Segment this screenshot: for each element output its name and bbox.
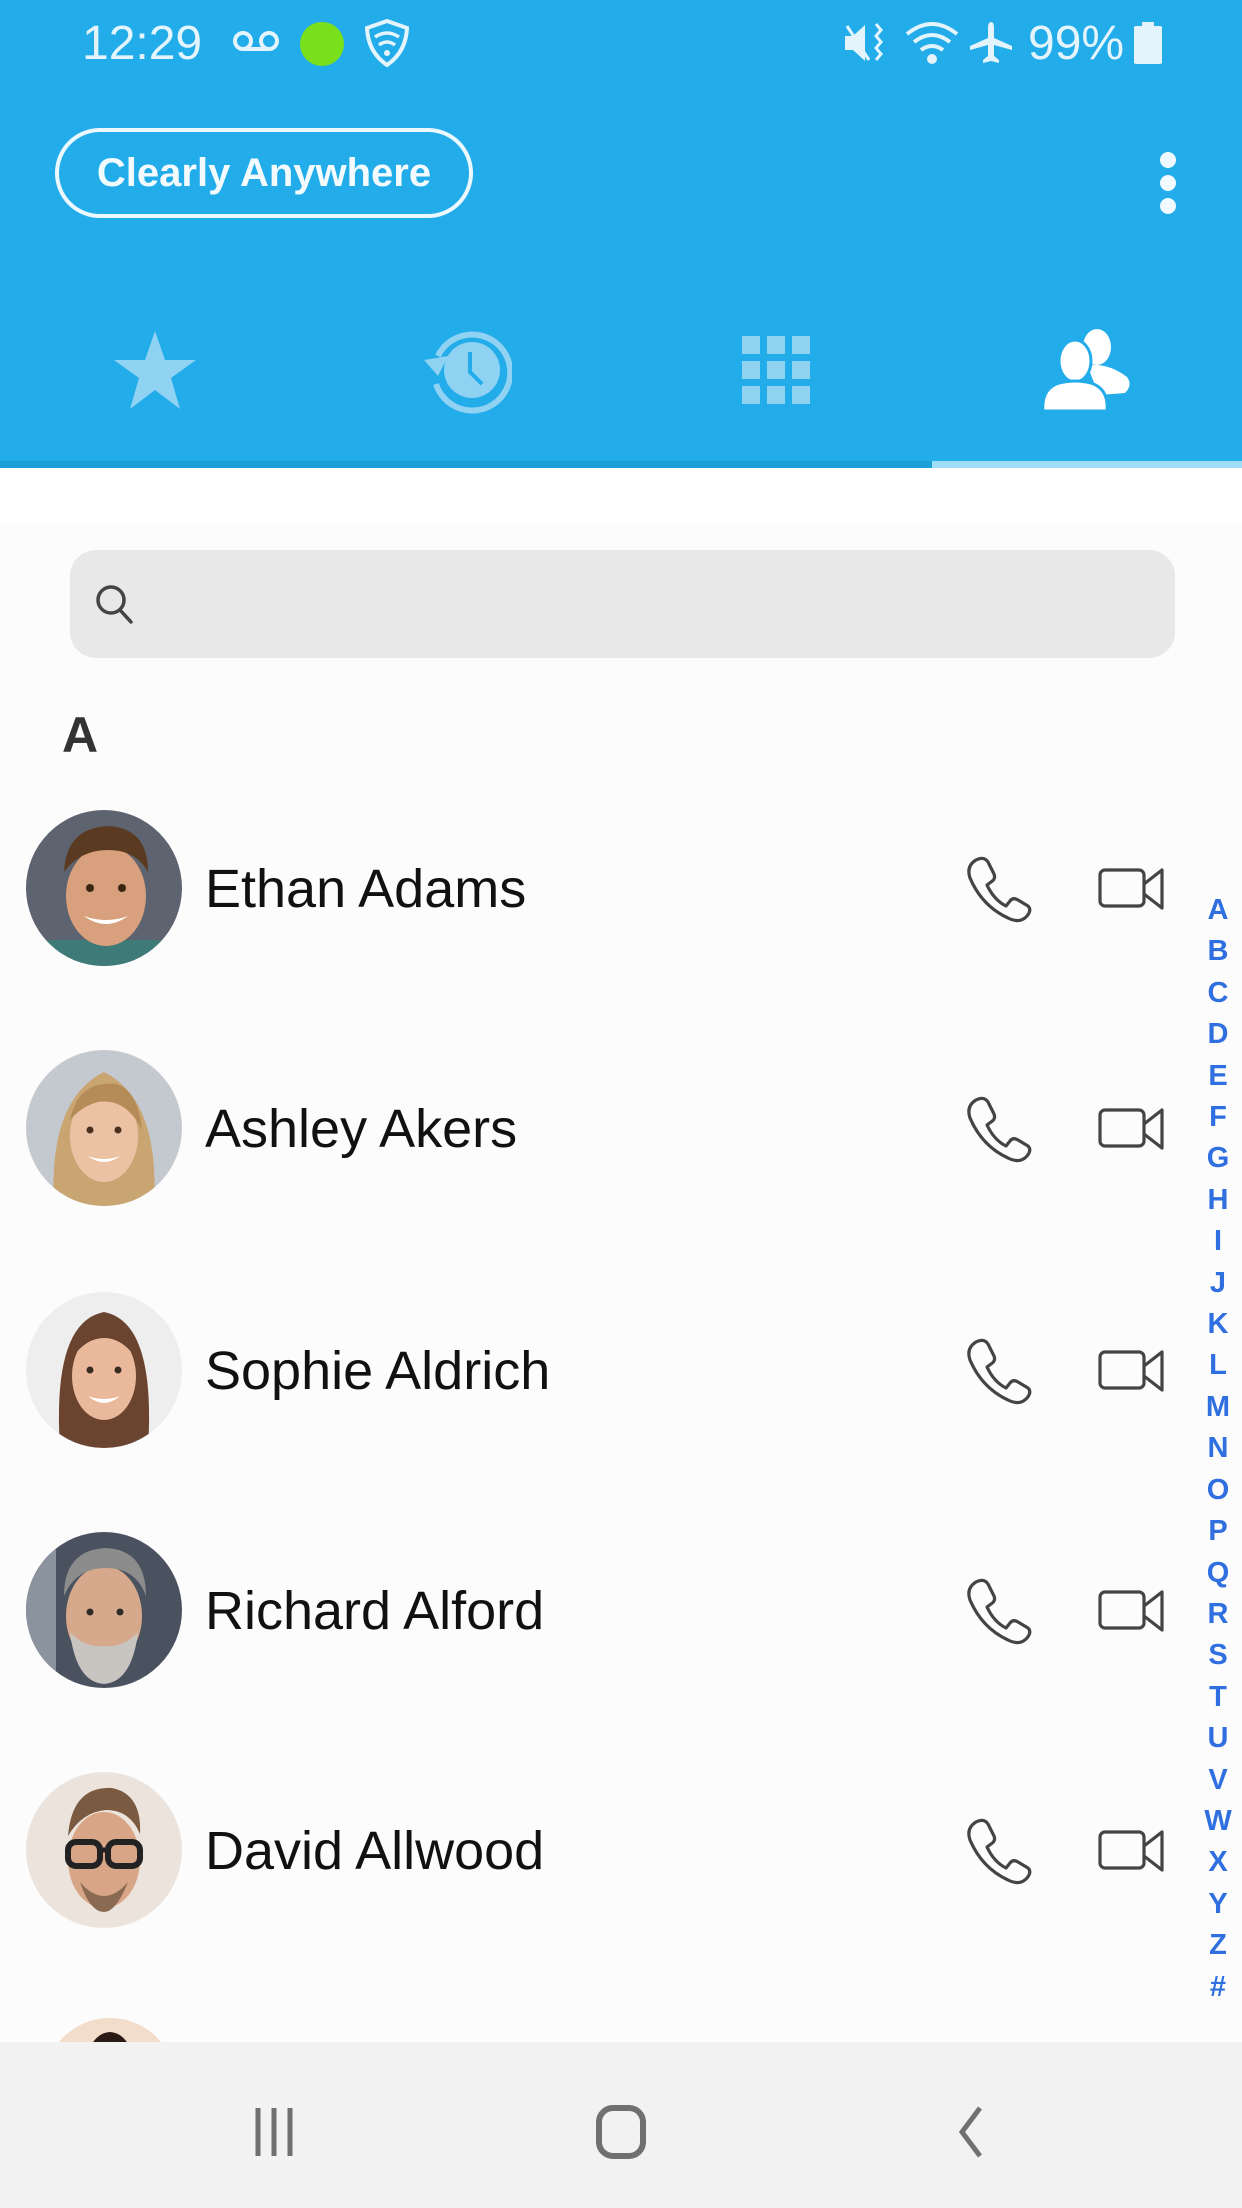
alpha-index-letter[interactable]: J xyxy=(1196,1263,1240,1304)
phone-call-icon[interactable] xyxy=(964,1336,1034,1406)
video-call-icon[interactable] xyxy=(1098,1584,1166,1638)
avatar xyxy=(26,1050,182,1206)
recent-apps-button[interactable] xyxy=(234,2092,314,2172)
alpha-index-letter[interactable]: L xyxy=(1196,1345,1240,1386)
alpha-index-letter[interactable]: D xyxy=(1196,1014,1240,1055)
more-vertical-icon-dot xyxy=(1160,175,1176,191)
voicemail-icon xyxy=(233,31,279,51)
contact-row[interactable]: Sophie Aldrich xyxy=(0,1292,1190,1462)
tab-favorites[interactable] xyxy=(0,300,311,468)
battery-icon xyxy=(1134,22,1162,64)
system-nav-bar xyxy=(0,2042,1242,2208)
alpha-index-letter[interactable]: M xyxy=(1196,1387,1240,1428)
content-top-spacer xyxy=(0,468,1242,524)
back-button[interactable] xyxy=(930,2092,1010,2172)
home-button[interactable] xyxy=(581,2092,661,2172)
contact-name: Richard Alford xyxy=(205,1581,545,1641)
alphabet-index-scroller[interactable]: A B C D E F G H I J K L M N O P Q R S T U V W X Y Z # xyxy=(1196,890,1240,2008)
video-call-icon[interactable] xyxy=(1098,862,1166,916)
tabs-underline xyxy=(0,461,932,468)
account-brand-button[interactable]: Clearly Anywhere xyxy=(55,128,473,218)
alpha-index-letter[interactable]: F xyxy=(1196,1097,1240,1138)
alpha-index-letter[interactable]: E xyxy=(1196,1056,1240,1097)
alpha-index-letter[interactable]: Y xyxy=(1196,1884,1240,1925)
alpha-index-letter[interactable]: P xyxy=(1196,1511,1240,1552)
phone-call-icon[interactable] xyxy=(964,1816,1034,1886)
recent-apps-icon xyxy=(255,2108,293,2156)
alpha-index-letter[interactable]: C xyxy=(1196,973,1240,1014)
section-header-letter: A xyxy=(62,707,99,763)
alpha-index-letter[interactable]: B xyxy=(1196,931,1240,972)
search-input[interactable] xyxy=(138,550,1175,658)
mute-vibrate-icon xyxy=(845,23,883,61)
phone-call-icon[interactable] xyxy=(964,1576,1034,1646)
tab-dialpad[interactable] xyxy=(621,300,932,468)
tab-recents[interactable] xyxy=(311,300,622,468)
contact-name: Ashley Akers xyxy=(205,1099,518,1159)
avatar xyxy=(26,1292,182,1448)
contact-name: David Allwood xyxy=(205,1821,545,1881)
star-icon xyxy=(114,331,197,409)
contact-name: Ethan Adams xyxy=(205,859,527,919)
contact-row[interactable]: Ethan Adams xyxy=(0,810,1190,980)
alpha-index-letter[interactable]: T xyxy=(1196,1677,1240,1718)
search-icon xyxy=(96,585,133,624)
alpha-index-letter[interactable]: U xyxy=(1196,1718,1240,1759)
status-time: 12:29 xyxy=(82,17,203,70)
contact-row[interactable]: David Allwood xyxy=(0,1772,1190,1942)
more-vertical-icon-dot xyxy=(1160,152,1176,168)
back-icon xyxy=(958,2106,982,2158)
contacts-icon xyxy=(1041,329,1130,413)
alpha-index-letter[interactable]: S xyxy=(1196,1635,1240,1676)
avatar xyxy=(26,1532,182,1688)
app-header: 12:29 99% Clearly Anywhere xyxy=(0,0,1242,468)
more-vertical-icon-dot xyxy=(1160,198,1176,214)
contact-name: Sophie Aldrich xyxy=(205,1341,551,1401)
alpha-index-letter[interactable]: Z xyxy=(1196,1925,1240,1966)
video-call-icon[interactable] xyxy=(1098,1824,1166,1878)
airplane-mode-icon xyxy=(970,22,1012,63)
alpha-index-letter[interactable]: # xyxy=(1196,1967,1240,2008)
avatar-partial xyxy=(44,2018,176,2042)
alpha-index-letter[interactable]: A xyxy=(1196,890,1240,931)
contacts-screen: 12:29 99% Clearly Anywhere A Ethan Adams… xyxy=(0,0,1242,2208)
wifi-icon xyxy=(905,22,959,64)
home-icon xyxy=(596,2105,646,2159)
alpha-index-letter[interactable]: I xyxy=(1196,1221,1240,1262)
dialpad-icon xyxy=(742,336,811,404)
alpha-index-letter[interactable]: N xyxy=(1196,1428,1240,1469)
contact-row[interactable]: Richard Alford xyxy=(0,1532,1190,1702)
history-icon xyxy=(423,331,512,414)
alpha-index-letter[interactable]: W xyxy=(1196,1801,1240,1842)
avatar xyxy=(26,1772,182,1928)
active-call-indicator-dot xyxy=(300,22,344,66)
main-tabs xyxy=(0,300,1242,468)
contact-row[interactable]: Ashley Akers xyxy=(0,1050,1190,1220)
avatar xyxy=(26,810,182,966)
alpha-index-letter[interactable]: R xyxy=(1196,1594,1240,1635)
video-call-icon[interactable] xyxy=(1098,1344,1166,1398)
phone-call-icon[interactable] xyxy=(964,1094,1034,1164)
contacts-list-area: A Ethan Adams Ashley Akers Sophie Aldric… xyxy=(0,468,1242,2042)
status-bar: 12:29 99% xyxy=(0,0,1242,90)
alpha-index-letter[interactable]: G xyxy=(1196,1138,1240,1179)
alpha-index-letter[interactable]: Q xyxy=(1196,1553,1240,1594)
alpha-index-letter[interactable]: X xyxy=(1196,1842,1240,1883)
more-options-button[interactable] xyxy=(1140,148,1196,218)
phone-call-icon[interactable] xyxy=(964,854,1034,924)
vpn-shield-icon xyxy=(364,18,410,68)
active-tab-indicator xyxy=(932,461,1242,468)
alpha-index-letter[interactable]: H xyxy=(1196,1180,1240,1221)
alpha-index-letter[interactable]: V xyxy=(1196,1760,1240,1801)
tab-contacts[interactable] xyxy=(932,300,1242,468)
battery-percent: 99% xyxy=(1028,17,1125,70)
alpha-index-letter[interactable]: O xyxy=(1196,1470,1240,1511)
search-box[interactable] xyxy=(70,550,1175,658)
video-call-icon[interactable] xyxy=(1098,1102,1166,1156)
alpha-index-letter[interactable]: K xyxy=(1196,1304,1240,1345)
